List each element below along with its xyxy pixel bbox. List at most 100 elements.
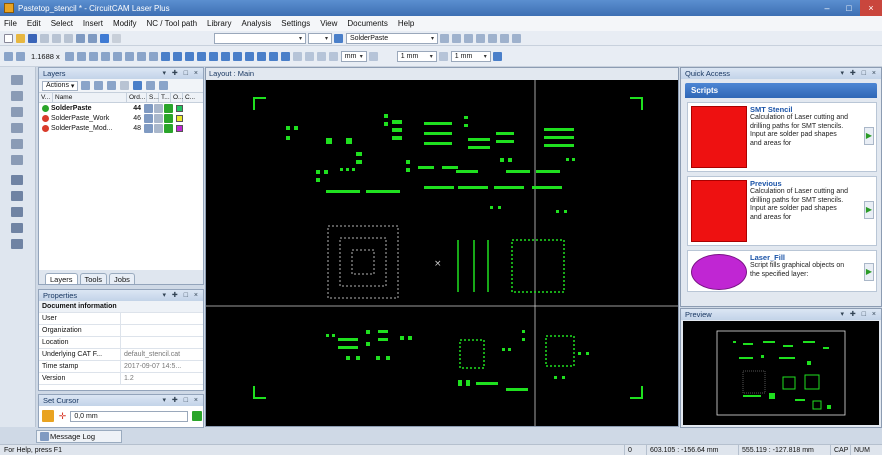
- draw-arc-icon[interactable]: [11, 91, 23, 101]
- lasso-icon[interactable]: [136, 51, 146, 61]
- pan-icon[interactable]: [100, 51, 110, 61]
- fill-tool-icon[interactable]: [11, 191, 23, 201]
- menu-file[interactable]: File: [4, 19, 17, 28]
- delete-layer-icon[interactable]: [120, 81, 130, 90]
- panel-controls[interactable]: ▾ ✚ □ ×: [162, 291, 200, 299]
- text-tool-icon[interactable]: [11, 175, 23, 185]
- grid-icon-3[interactable]: [316, 51, 326, 61]
- select-mode-icon-4[interactable]: [196, 51, 206, 61]
- cursor-target-icon[interactable]: [42, 410, 54, 422]
- align-icon-5[interactable]: [512, 33, 521, 43]
- command-combo-aux[interactable]: ▾: [308, 32, 332, 44]
- menu-edit[interactable]: Edit: [27, 19, 41, 28]
- zoom-icon[interactable]: [4, 51, 13, 61]
- select-mode-icon-6[interactable]: [220, 51, 230, 61]
- property-row[interactable]: Organization: [39, 324, 203, 337]
- pointer-icon[interactable]: [244, 51, 254, 61]
- property-row[interactable]: Location: [39, 336, 203, 349]
- menu-help[interactable]: Help: [398, 19, 414, 28]
- property-row[interactable]: User: [39, 312, 203, 325]
- script-item-laser-fill[interactable]: Laser_Fill Script fills graphical object…: [687, 250, 877, 292]
- command-combo[interactable]: ▾: [214, 32, 306, 44]
- col-s[interactable]: S...: [147, 92, 159, 103]
- zoom-in-icon[interactable]: [64, 51, 74, 61]
- tab-layers[interactable]: Layers: [45, 273, 78, 284]
- close-button[interactable]: ×: [860, 0, 882, 16]
- select-icon[interactable]: [124, 51, 134, 61]
- hatch-tool-icon[interactable]: [11, 207, 23, 217]
- layer-combo[interactable]: SolderPaste ▾: [346, 32, 438, 44]
- save-icon[interactable]: [28, 33, 37, 43]
- layer-tool-icon-2[interactable]: [452, 33, 461, 43]
- preview-canvas[interactable]: [683, 321, 879, 425]
- panel-controls[interactable]: ▾ ✚ □ ×: [840, 69, 878, 77]
- property-row[interactable]: Underlying CAT F... default_stencil.cat: [39, 348, 203, 361]
- menu-nc-toolpath[interactable]: NC / Tool path: [147, 19, 198, 28]
- grid-icon[interactable]: [292, 51, 302, 61]
- draw-polygon-icon[interactable]: [11, 155, 23, 165]
- layer-color-swatch[interactable]: [176, 104, 183, 112]
- menu-analysis[interactable]: Analysis: [242, 19, 272, 28]
- layer-output-icon[interactable]: [164, 113, 173, 123]
- col-c[interactable]: C...: [183, 93, 195, 103]
- zoom-window-icon[interactable]: [88, 51, 98, 61]
- scripts-section-header[interactable]: Scripts: [685, 83, 877, 98]
- width-combo-2[interactable]: 1 mm ▾: [450, 50, 491, 62]
- visible-icon[interactable]: [42, 104, 49, 112]
- layer-tool-icon[interactable]: [154, 123, 163, 133]
- property-value[interactable]: 1.2: [121, 375, 134, 382]
- property-value[interactable]: default_stencil.cat: [121, 351, 180, 358]
- layer-view-icon[interactable]: [334, 33, 343, 43]
- layer-color-swatch[interactable]: [176, 114, 183, 122]
- align-icon-3[interactable]: [488, 33, 497, 43]
- run-script-arrow-icon[interactable]: ▶: [864, 201, 874, 219]
- select-mode-icon-7[interactable]: [232, 51, 242, 61]
- property-value[interactable]: 2017-09-07 14:5...: [121, 363, 181, 370]
- layer-color-swatch[interactable]: [176, 124, 183, 132]
- layout-canvas[interactable]: ×: [206, 80, 678, 426]
- select-mode-icon-3[interactable]: [184, 51, 194, 61]
- message-log-tab[interactable]: Message Log: [36, 430, 122, 443]
- menu-library[interactable]: Library: [207, 19, 231, 28]
- layer-row[interactable]: SolderPaste_Work 46: [39, 113, 203, 123]
- layer-output-icon[interactable]: [164, 103, 173, 113]
- align-icon-2[interactable]: [476, 33, 485, 43]
- hidden-icon[interactable]: [42, 114, 49, 122]
- zoom-out-icon[interactable]: [76, 51, 86, 61]
- open-folder-icon[interactable]: [16, 33, 25, 43]
- print-preview-icon[interactable]: [88, 33, 97, 43]
- layer-tool-icon[interactable]: [154, 113, 163, 123]
- panel-controls[interactable]: ▾ ✚ □ ×: [162, 69, 200, 77]
- cursor-position-field[interactable]: 0,0 mm: [70, 410, 189, 422]
- align-icon[interactable]: [464, 33, 473, 43]
- snap-icon[interactable]: [148, 51, 158, 61]
- layer-row[interactable]: SolderPaste_Mod... 48: [39, 123, 203, 133]
- tab-tools[interactable]: Tools: [79, 273, 108, 284]
- col-order[interactable]: Ord...: [127, 92, 147, 103]
- redo-icon[interactable]: [112, 33, 121, 43]
- zoom-fit-icon[interactable]: [16, 51, 25, 61]
- actions-button[interactable]: Actions ▾: [42, 80, 79, 91]
- col-name[interactable]: Name: [53, 92, 127, 103]
- col-o[interactable]: O...: [171, 92, 183, 103]
- run-script-arrow-icon[interactable]: ▶: [864, 127, 874, 145]
- menu-select[interactable]: Select: [51, 19, 73, 28]
- paste-icon[interactable]: [64, 33, 73, 43]
- draw-line-icon[interactable]: [11, 75, 23, 85]
- cut-icon[interactable]: [40, 33, 49, 43]
- menu-documents[interactable]: Documents: [347, 19, 387, 28]
- layer-settings-icon[interactable]: [144, 123, 153, 133]
- copy-layer-icon[interactable]: [94, 81, 104, 90]
- redraw-icon[interactable]: [112, 51, 122, 61]
- layer-settings-icon[interactable]: [144, 103, 153, 113]
- unit-combo[interactable]: mm ▾: [340, 50, 367, 62]
- property-row[interactable]: Time stamp 2017-09-07 14:5...: [39, 360, 203, 373]
- panel-controls[interactable]: ▾ ✚ □ ×: [840, 310, 878, 318]
- layer-settings-icon[interactable]: [144, 113, 153, 123]
- draw-rect-icon[interactable]: [11, 123, 23, 133]
- menu-settings[interactable]: Settings: [281, 19, 310, 28]
- cursor-axis-icon[interactable]: ✛: [59, 411, 67, 422]
- layer-up-icon[interactable]: [146, 81, 156, 90]
- menu-view[interactable]: View: [320, 19, 337, 28]
- width-combo-1[interactable]: 1 mm ▾: [396, 50, 437, 62]
